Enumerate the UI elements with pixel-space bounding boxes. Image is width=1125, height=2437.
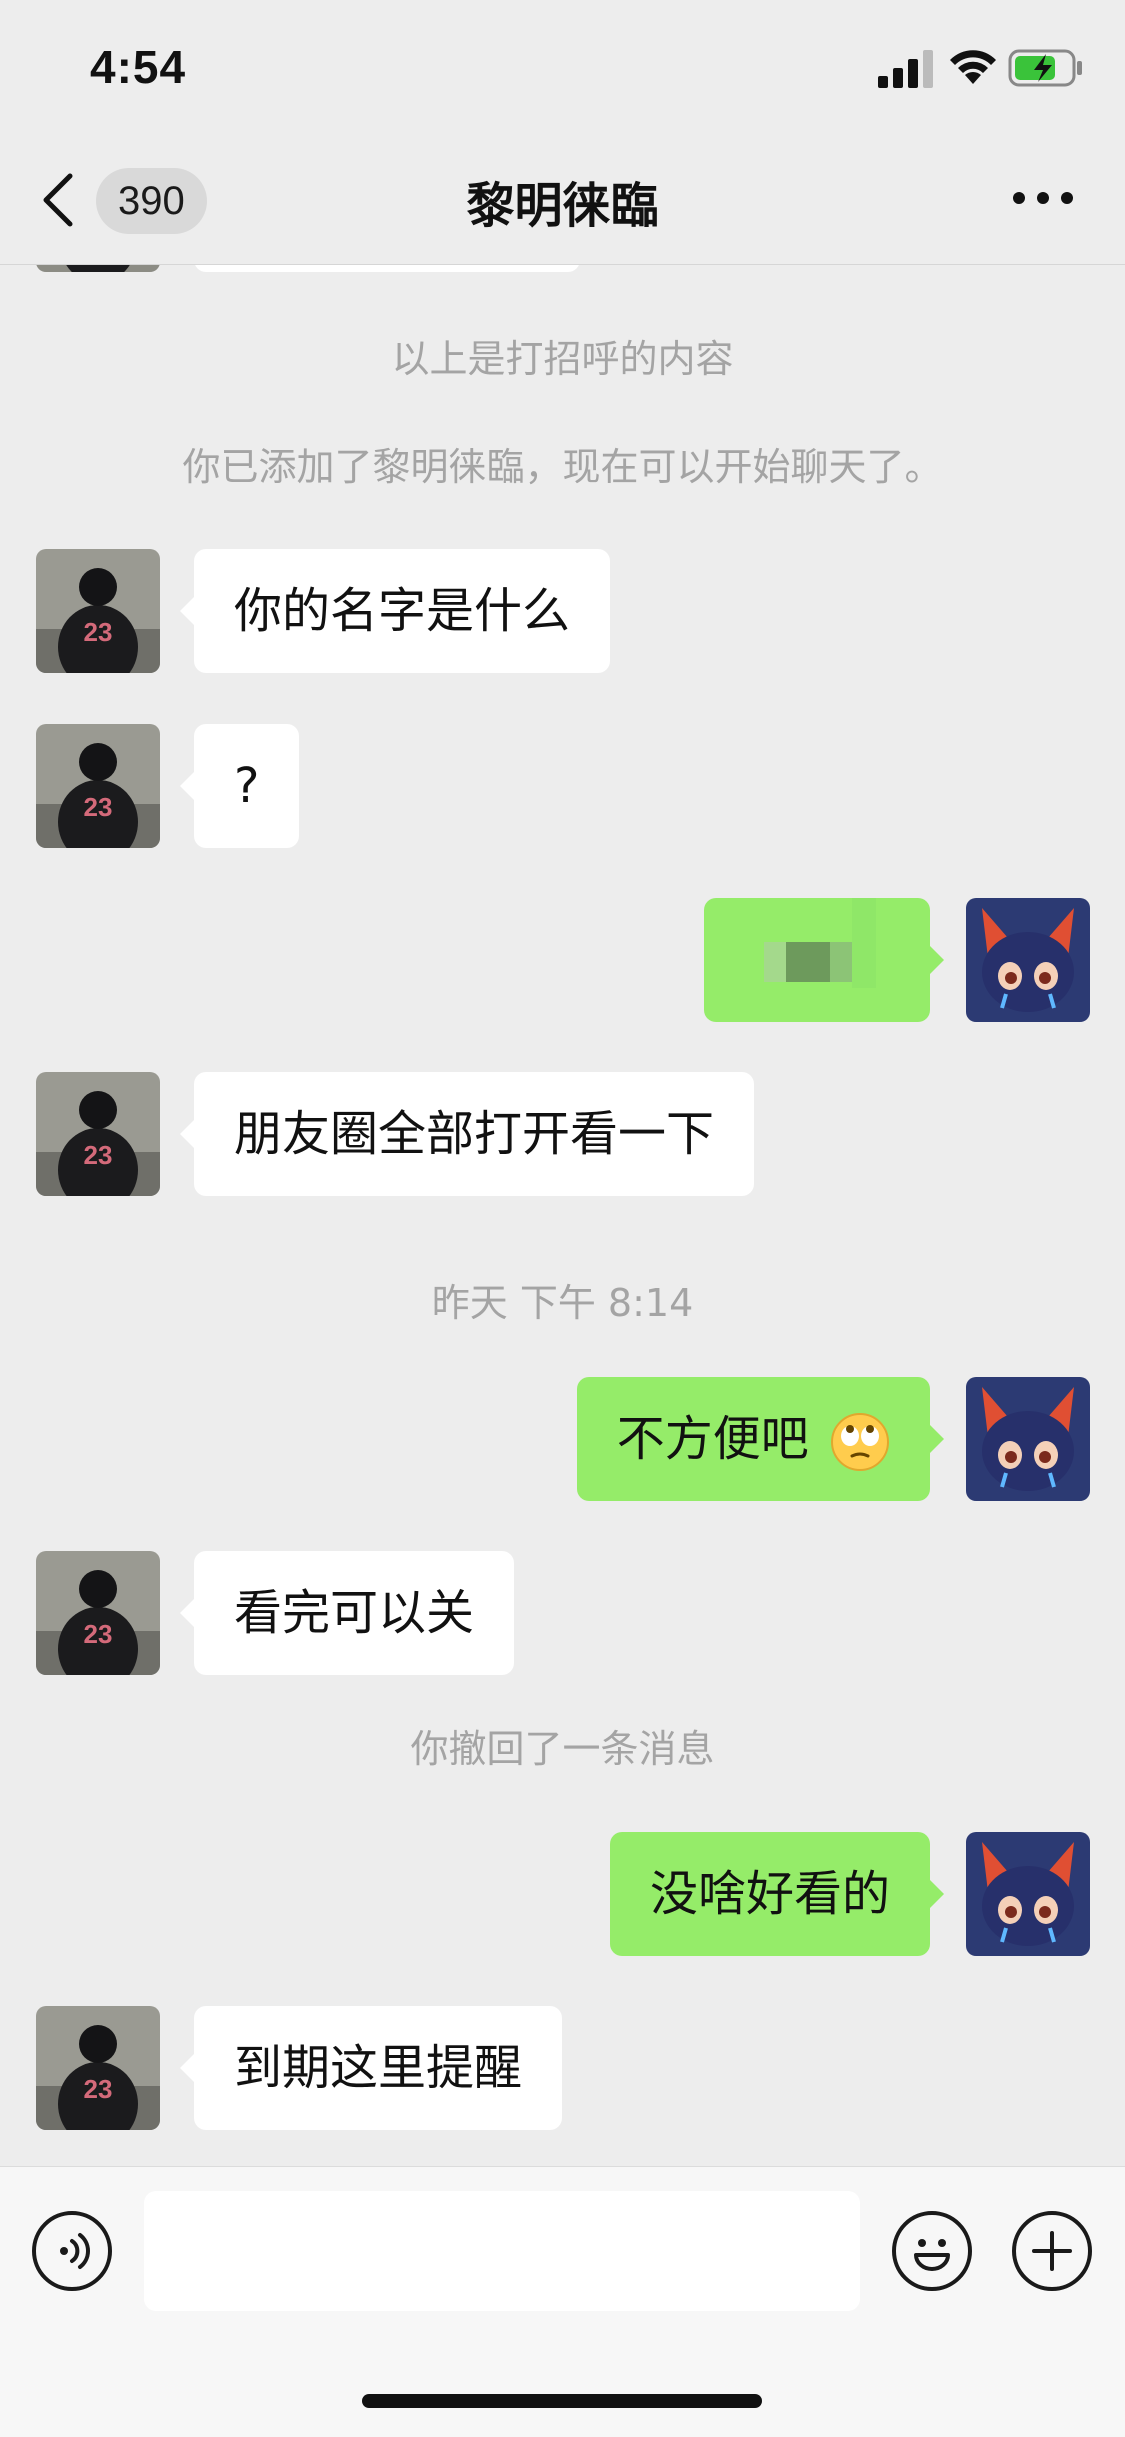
voice-icon[interactable] — [32, 2211, 112, 2291]
pixelated-content — [764, 898, 876, 988]
emoji-icon[interactable] — [892, 2211, 972, 2291]
status-time: 4:54 — [90, 41, 187, 93]
battery-charging-icon — [1008, 49, 1082, 87]
plus-icon[interactable] — [1012, 2211, 1092, 2291]
svg-text:23: 23 — [84, 617, 113, 647]
contact-avatar[interactable]: 23 — [36, 2006, 160, 2130]
more-icon[interactable] — [1013, 182, 1073, 212]
contact-avatar[interactable] — [36, 264, 160, 272]
svg-text:23: 23 — [84, 1140, 113, 1170]
previous-message-bubble — [194, 264, 580, 272]
status-bar: 4:54 — [0, 0, 1125, 132]
svg-text:23: 23 — [84, 2074, 113, 2104]
svg-text:23: 23 — [84, 1619, 113, 1649]
chat-title: 黎明徕臨 — [466, 178, 659, 234]
outgoing-message[interactable]: 没啥好看的 — [609, 1832, 945, 1956]
chat-header: 390 黎明徕臨 — [0, 132, 1125, 265]
user-avatar[interactable] — [966, 898, 1090, 1022]
system-message-greeting: 以上是打招呼的内容 — [391, 337, 734, 381]
outgoing-message[interactable]: 不方便吧 — [576, 1377, 945, 1501]
svg-text:23: 23 — [84, 792, 113, 822]
incoming-message[interactable]: 朋友圈全部打开看一下 — [179, 1072, 755, 1196]
incoming-message[interactable]: 到期这里提醒 — [179, 2006, 563, 2130]
contact-avatar[interactable]: 23 — [36, 1072, 160, 1196]
message-text-field[interactable] — [144, 2191, 860, 2311]
user-avatar[interactable] — [966, 1832, 1090, 1956]
system-message-added: 你已添加了黎明徕臨，现在可以开始聊天了。 — [182, 445, 943, 489]
cellular-signal-icon — [878, 50, 933, 88]
incoming-message[interactable]: 你的名字是什么 — [179, 549, 611, 673]
contact-avatar[interactable]: 23 — [36, 724, 160, 848]
rolling-eyes-emoji-icon — [831, 1413, 889, 1471]
wifi-icon — [950, 50, 996, 84]
incoming-message[interactable]: ? — [179, 724, 300, 848]
outgoing-message-image-censored[interactable] — [704, 898, 944, 1022]
home-indicator[interactable] — [362, 2394, 762, 2408]
contact-avatar[interactable]: 23 — [36, 1551, 160, 1675]
system-message-recall: 你撤回了一条消息 — [410, 1727, 715, 1771]
message-list[interactable]: 以上是打招呼的内容 你已添加了黎明徕臨，现在可以开始聊天了。 23 你的名字是什… — [0, 264, 1125, 2164]
timestamp: 昨天 下午 8:14 — [431, 1281, 694, 1325]
incoming-message[interactable]: 看完可以关 — [179, 1551, 515, 1675]
message-text: 不方便吧 — [616, 1411, 809, 1467]
contact-avatar[interactable]: 23 — [36, 549, 160, 673]
user-avatar[interactable] — [966, 1377, 1090, 1501]
